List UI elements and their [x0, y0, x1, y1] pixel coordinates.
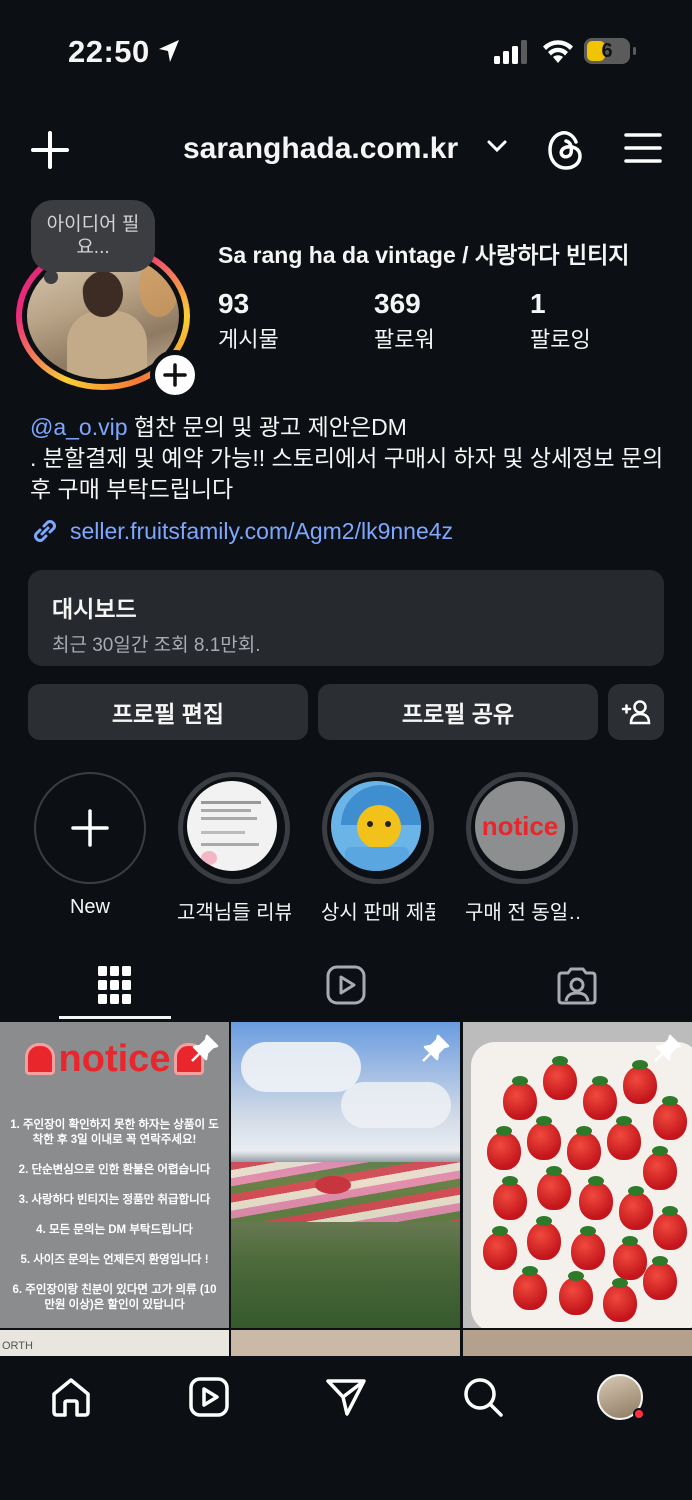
- create-plus-icon[interactable]: [30, 130, 70, 170]
- discover-people-button[interactable]: [608, 684, 664, 740]
- profile-link[interactable]: seller.fruitsfamily.com/Agm2/lk9nne4z: [30, 516, 453, 546]
- cellular-signal-icon: [494, 40, 527, 64]
- threads-icon[interactable]: [546, 128, 586, 172]
- post-strawberries[interactable]: [463, 1022, 692, 1328]
- status-time: 22:50: [68, 34, 150, 69]
- dashboard-title: 대시보드: [52, 596, 137, 622]
- bio-mention-link[interactable]: @a_o.vip: [30, 414, 128, 440]
- notice-item: 2. 단순변심으로 인한 환불은 어렵습니다: [18, 1164, 211, 1176]
- highlight-thumbnail: [331, 781, 421, 871]
- post-notice[interactable]: notice 1. 주인장이 확인하지 못한 하자는 상품이 도착한 후 3일 …: [0, 1022, 229, 1328]
- status-bar: 22:50 6: [0, 0, 692, 100]
- highlight-thumb-text: notice: [481, 810, 559, 841]
- edit-profile-button[interactable]: 프로필 편집: [28, 684, 308, 740]
- siren-icon: [24, 1043, 55, 1075]
- share-profile-button[interactable]: 프로필 공유: [318, 684, 598, 740]
- stat-value: 1: [530, 288, 546, 319]
- profile-header: saranghada.com.kr: [0, 120, 692, 180]
- reels-icon[interactable]: [188, 1376, 230, 1418]
- notice-item: 3. 사랑하다 빈티지는 정품만 취급합니다: [18, 1194, 211, 1206]
- posts-grid: notice 1. 주인장이 확인하지 못한 하자는 상품이 도착한 후 3일 …: [0, 1022, 692, 1356]
- location-arrow-icon: [159, 40, 179, 62]
- bio-text: 협찬 문의 및 광고 제안은DM: [127, 414, 407, 440]
- link-icon: [34, 520, 56, 542]
- profile-bio: @a_o.vip 협찬 문의 및 광고 제안은DM . 분할결제 및 예약 가능…: [30, 412, 670, 505]
- search-icon[interactable]: [462, 1376, 504, 1418]
- post-landscape[interactable]: [231, 1022, 460, 1328]
- post-thumbnail-text: ORTH: [2, 1340, 33, 1352]
- post-thumbnail[interactable]: [231, 1330, 460, 1356]
- highlight-thumbnail: notice: [475, 781, 565, 871]
- add-story-button[interactable]: [150, 350, 200, 400]
- followers-count[interactable]: 369 팔로워: [374, 288, 435, 354]
- notification-dot: [633, 1408, 645, 1420]
- profile-tabs: [0, 950, 692, 1022]
- notice-item: 4. 모든 문의는 DM 부탁드립니다: [36, 1224, 193, 1236]
- post-thumbnail[interactable]: ORTH: [0, 1330, 229, 1356]
- battery-level: 6: [601, 40, 613, 62]
- pin-icon: [654, 1034, 682, 1062]
- highlight-new[interactable]: New: [33, 772, 147, 919]
- grid-icon: [98, 966, 131, 1004]
- post-thumbnail[interactable]: [463, 1330, 692, 1356]
- profile-link-text: seller.fruitsfamily.com/Agm2/lk9nne4z: [70, 517, 454, 544]
- stat-label: 팔로워: [374, 327, 435, 352]
- stat-label: 팔로잉: [530, 327, 591, 352]
- home-icon[interactable]: [50, 1376, 92, 1418]
- display-name: Sa rang ha da vintage / 사랑하다 빈티지: [218, 242, 630, 268]
- bio-text: . 분할결제 및 예약 가능!! 스토리에서 구매시 하자 및 상세정보 문의 …: [30, 445, 664, 502]
- tab-reels[interactable]: [231, 950, 461, 1020]
- professional-dashboard[interactable]: 대시보드 최근 30일간 조회 8.1만회.: [28, 570, 664, 666]
- note-bubble-tail: [44, 270, 58, 284]
- highlight-reviews[interactable]: 고객님들 리뷰: [177, 772, 291, 925]
- bottom-navigation: [0, 1356, 692, 1500]
- menu-hamburger-icon[interactable]: [624, 132, 662, 164]
- highlight-products[interactable]: 상시 판매 제품: [321, 772, 435, 925]
- notice-item: 5. 사이즈 문의는 언제든지 환영입니다 !: [20, 1254, 209, 1266]
- following-count[interactable]: 1 팔로잉: [530, 288, 591, 354]
- plus-icon: [163, 363, 187, 387]
- highlight-label: 구매 전 동일…: [465, 902, 579, 924]
- chevron-down-icon[interactable]: [486, 138, 508, 154]
- tagged-person-icon: [557, 967, 597, 1005]
- stat-label: 게시물: [218, 327, 279, 352]
- posts-count[interactable]: 93 게시물: [218, 288, 279, 354]
- tab-posts-grid[interactable]: [0, 950, 230, 1020]
- pin-icon: [191, 1034, 219, 1062]
- highlight-thumbnail: [187, 781, 277, 871]
- notice-list: 1. 주인장이 확인하지 못한 하자는 상품이 도착한 후 3일 이내로 꼭 연…: [8, 1118, 221, 1328]
- pin-icon: [422, 1034, 450, 1062]
- direct-send-icon[interactable]: [325, 1376, 367, 1418]
- battery-icon: 6: [584, 38, 636, 64]
- notice-item: 6. 주인장이랑 친분이 있다면 고가 의류 (10만원 이상)은 할인이 있답…: [12, 1284, 217, 1311]
- stat-value: 93: [218, 288, 250, 319]
- highlight-label: New: [69, 896, 110, 918]
- stat-value: 369: [374, 288, 421, 319]
- reels-icon: [326, 965, 366, 1005]
- wifi-icon: [543, 40, 573, 63]
- highlight-label: 상시 판매 제품: [321, 902, 435, 924]
- highlight-notice[interactable]: notice 구매 전 동일…: [465, 772, 579, 925]
- highlight-label: 고객님들 리뷰: [177, 902, 291, 924]
- plus-icon: [71, 809, 109, 847]
- account-username[interactable]: saranghada.com.kr: [183, 132, 458, 166]
- dashboard-subtitle: 최근 30일간 조회 8.1만회.: [52, 635, 261, 656]
- profile-note[interactable]: 아이디어 필요...: [31, 200, 155, 272]
- notice-item: 1. 주인장이 확인하지 못한 하자는 상품이 도착한 후 3일 이내로 꼭 연…: [10, 1119, 219, 1146]
- active-tab-indicator: [59, 1016, 171, 1019]
- add-person-icon: [621, 700, 651, 725]
- tab-tagged[interactable]: [462, 950, 692, 1020]
